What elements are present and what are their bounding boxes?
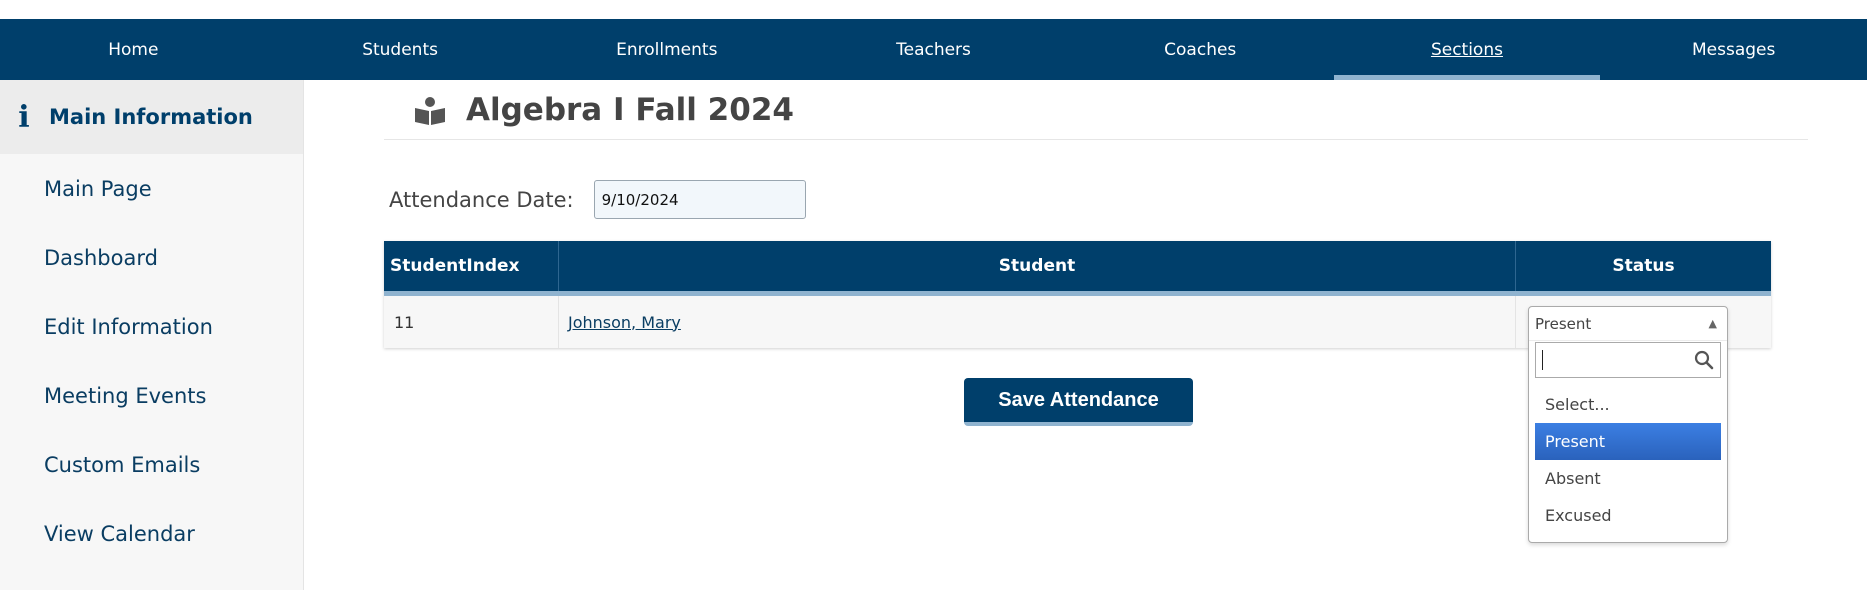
sidebar-item-meeting-events[interactable]: Meeting Events (0, 361, 303, 430)
student-index-cell: 11 (384, 296, 559, 348)
nav-home-label: Home (108, 39, 159, 60)
nav-sections[interactable]: Sections (1333, 19, 1601, 80)
sidebar-item-label: Dashboard (44, 245, 158, 270)
student-cell: Johnson, Mary (559, 296, 1516, 348)
sidebar-item-main-page[interactable]: Main Page (0, 154, 303, 223)
sidebar-item-view-calendar[interactable]: View Calendar (0, 499, 303, 568)
nav-students[interactable]: Students (267, 19, 534, 80)
status-dropdown[interactable]: Present ▲ Select... Present Absent Excus… (1528, 306, 1728, 543)
sidebar-item-label: Meeting Events (44, 383, 207, 408)
page-header: Algebra I Fall 2024 (384, 80, 1808, 140)
nav-students-label: Students (362, 39, 438, 60)
status-select[interactable]: Present ▲ (1529, 307, 1727, 341)
nav-home[interactable]: Home (0, 19, 267, 80)
status-options-list: Select... Present Absent Excused (1535, 386, 1721, 534)
sidebar: i Main Information Main Page Dashboard E… (0, 80, 304, 590)
sidebar-item-label: Edit Information (44, 314, 213, 339)
sidebar-item-dashboard[interactable]: Dashboard (0, 223, 303, 292)
status-option-absent[interactable]: Absent (1535, 460, 1721, 497)
student-link[interactable]: Johnson, Mary (568, 313, 681, 332)
nav-enrollments-label: Enrollments (616, 39, 718, 60)
status-search-box[interactable] (1535, 342, 1721, 378)
save-attendance-button[interactable]: Save Attendance (964, 378, 1193, 426)
nav-teachers-label: Teachers (896, 39, 971, 60)
top-nav: Home Students Enrollments Teachers Coach… (0, 19, 1867, 80)
sidebar-item-label: View Calendar (44, 521, 195, 546)
text-cursor (1542, 350, 1543, 370)
column-header-student[interactable]: Student (559, 241, 1516, 291)
grid-header: StudentIndex Student Status (384, 241, 1771, 296)
status-selected-value: Present (1535, 314, 1592, 333)
status-option-present[interactable]: Present (1535, 423, 1721, 460)
sidebar-header-label: Main Information (49, 105, 253, 129)
sidebar-header[interactable]: i Main Information (0, 80, 303, 154)
search-icon (1694, 350, 1714, 370)
attendance-date-label: Attendance Date: (389, 187, 574, 212)
nav-teachers[interactable]: Teachers (800, 19, 1067, 80)
attendance-date-input[interactable] (593, 180, 806, 219)
sidebar-item-label: Main Page (44, 176, 152, 201)
column-header-studentindex[interactable]: StudentIndex (384, 241, 559, 291)
column-header-status[interactable]: Status (1516, 241, 1771, 291)
nav-sections-label: Sections (1430, 39, 1503, 60)
sidebar-item-edit-information[interactable]: Edit Information (0, 292, 303, 361)
nav-messages[interactable]: Messages (1600, 19, 1867, 80)
status-option-excused[interactable]: Excused (1535, 497, 1721, 534)
nav-enrollments[interactable]: Enrollments (533, 19, 800, 80)
nav-messages-label: Messages (1691, 39, 1776, 60)
attendance-date-row: Attendance Date: (389, 180, 806, 219)
status-search-input[interactable] (1548, 351, 1689, 369)
nav-coaches-label: Coaches (1164, 39, 1237, 60)
nav-coaches[interactable]: Coaches (1067, 19, 1334, 80)
chevron-up-icon: ▲ (1708, 317, 1717, 330)
sidebar-item-custom-emails[interactable]: Custom Emails (0, 430, 303, 499)
main-content: Algebra I Fall 2024 Attendance Date: Stu… (384, 80, 1808, 426)
info-icon: i (18, 99, 30, 135)
page-title: Algebra I Fall 2024 (466, 91, 794, 128)
book-reader-icon (415, 96, 445, 125)
sidebar-item-label: Custom Emails (44, 452, 201, 477)
status-option-select[interactable]: Select... (1535, 386, 1721, 423)
